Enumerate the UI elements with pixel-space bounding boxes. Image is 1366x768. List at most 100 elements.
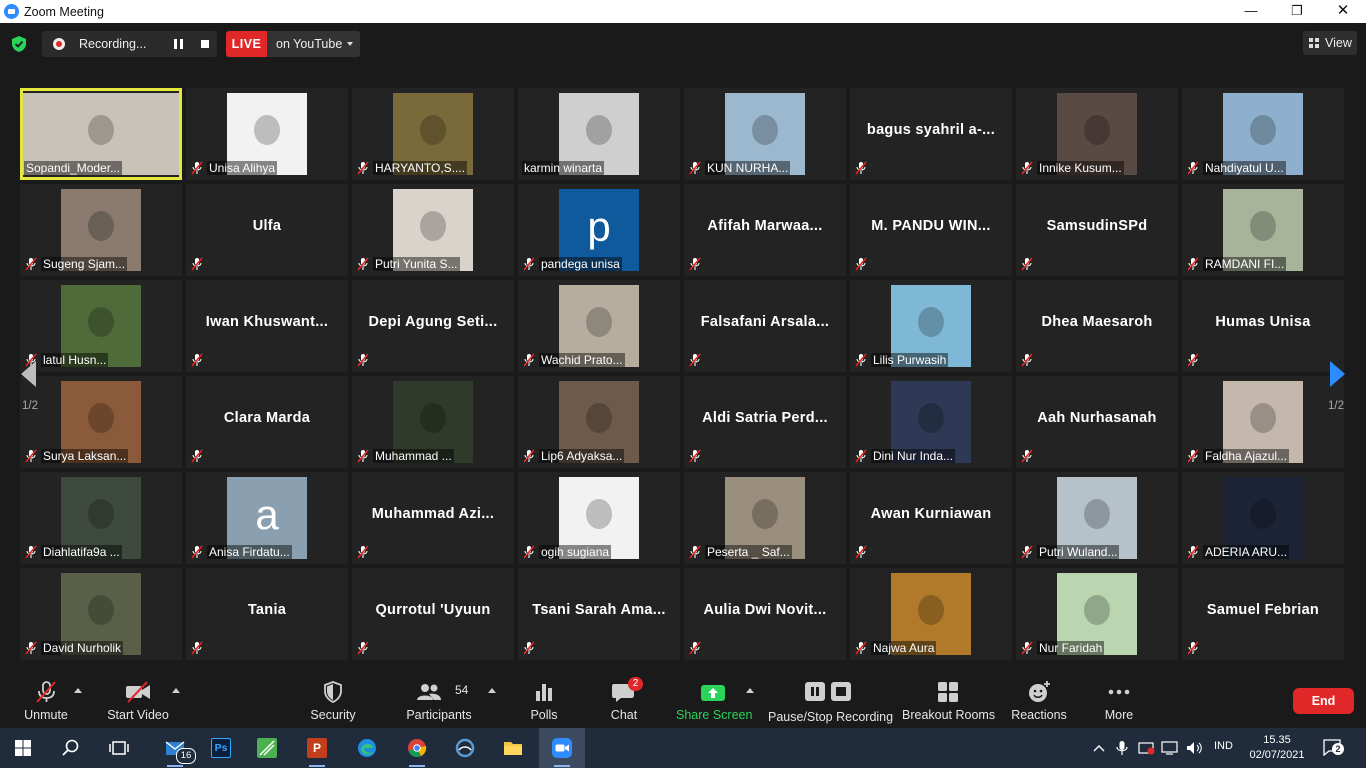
- taskbar-file-explorer[interactable]: [490, 728, 536, 768]
- participant-tile[interactable]: karmin winarta: [518, 88, 680, 180]
- participant-tile[interactable]: Tania: [186, 568, 348, 660]
- close-button[interactable]: ✕: [1320, 0, 1366, 23]
- participant-tile[interactable]: ADERIA ARU...: [1182, 472, 1344, 564]
- participant-tile[interactable]: Ulfa: [186, 184, 348, 276]
- show-hidden-icons-chevron-icon[interactable]: [1093, 743, 1105, 753]
- participant-tile[interactable]: Najwa Aura: [850, 568, 1012, 660]
- share-options-caret[interactable]: [746, 688, 754, 693]
- participant-tile[interactable]: Aah Nurhasanah: [1016, 376, 1178, 468]
- pause-recording-button[interactable]: [174, 39, 183, 49]
- camera-tray-icon[interactable]: [1138, 740, 1156, 756]
- start-button[interactable]: [0, 728, 46, 768]
- participant-tile[interactable]: Diahlatifa9a ...: [20, 472, 182, 564]
- pause-stop-recording-button[interactable]: Pause/Stop Recording: [768, 670, 893, 728]
- breakout-rooms-button[interactable]: Breakout Rooms: [902, 670, 995, 728]
- taskbar-mail[interactable]: 16: [152, 728, 198, 768]
- participant-tile[interactable]: Lip6 Adyaksa...: [518, 376, 680, 468]
- participant-tile[interactable]: Putri Wuland...: [1016, 472, 1178, 564]
- taskbar-edge[interactable]: [344, 728, 390, 768]
- participant-tile[interactable]: Falsafani Arsala...: [684, 280, 846, 372]
- next-page-arrow-icon[interactable]: [1329, 360, 1347, 388]
- participant-tile[interactable]: Clara Marda: [186, 376, 348, 468]
- share-screen-button[interactable]: Share Screen: [676, 670, 752, 728]
- livestream-dropdown[interactable]: on YouTube: [267, 31, 360, 57]
- participant-name-bar: [854, 160, 871, 176]
- participant-tile[interactable]: latul Husn...: [20, 280, 182, 372]
- taskbar-cortana[interactable]: [442, 728, 488, 768]
- participant-tile[interactable]: Innike Kusum...: [1016, 88, 1178, 180]
- participant-tile[interactable]: p pandega unisa: [518, 184, 680, 276]
- participant-tile[interactable]: ogih sugiana: [518, 472, 680, 564]
- mic-in-use-icon[interactable]: [1116, 740, 1128, 756]
- participant-tile[interactable]: RAMDANI FI...: [1182, 184, 1344, 276]
- participant-tile[interactable]: M. PANDU WIN...: [850, 184, 1012, 276]
- participant-tile[interactable]: Unisa Alihya: [186, 88, 348, 180]
- participant-tile[interactable]: David Nurholik: [20, 568, 182, 660]
- participant-tile[interactable]: Aldi Satria Perd...: [684, 376, 846, 468]
- taskbar-corel[interactable]: [244, 728, 290, 768]
- taskbar-search-button[interactable]: [48, 728, 94, 768]
- participant-tile[interactable]: Aulia Dwi Novit...: [684, 568, 846, 660]
- taskbar-zoom[interactable]: [539, 728, 585, 768]
- participant-tile[interactable]: bagus syahril a-...: [850, 88, 1012, 180]
- participant-tile[interactable]: Muhammad Azi...: [352, 472, 514, 564]
- polls-button[interactable]: Polls: [520, 670, 568, 728]
- taskbar-powerpoint[interactable]: P: [294, 728, 340, 768]
- participant-tile[interactable]: Samuel Febrian: [1182, 568, 1344, 660]
- participant-tile[interactable]: Nahdiyatul U...: [1182, 88, 1344, 180]
- unmute-button[interactable]: Unmute: [14, 670, 78, 728]
- more-button[interactable]: More: [1096, 670, 1142, 728]
- participant-tile[interactable]: Putri Yunita S...: [352, 184, 514, 276]
- taskbar-chrome[interactable]: [394, 728, 440, 768]
- system-clock[interactable]: 15.35 02/07/2021: [1248, 733, 1306, 763]
- participant-tile[interactable]: Peserta _ Saf...: [684, 472, 846, 564]
- video-options-caret[interactable]: [172, 688, 180, 693]
- previous-page-arrow-icon[interactable]: [19, 360, 37, 388]
- participant-tile[interactable]: Awan Kurniawan: [850, 472, 1012, 564]
- participant-tile[interactable]: Wachid Prato...: [518, 280, 680, 372]
- muted-mic-icon: [688, 449, 702, 463]
- security-button[interactable]: Security: [305, 670, 361, 728]
- participant-tile[interactable]: SamsudinSPd: [1016, 184, 1178, 276]
- participant-tile[interactable]: Lilis Purwasih: [850, 280, 1012, 372]
- polls-label: Polls: [530, 708, 558, 722]
- audio-options-caret[interactable]: [74, 688, 82, 693]
- participant-name-bar: [688, 448, 705, 464]
- participant-tile[interactable]: Dini Nur Inda...: [850, 376, 1012, 468]
- participant-name-label: KUN NURHA...: [705, 161, 791, 175]
- participant-tile[interactable]: Sopandi_Moder...: [20, 88, 182, 180]
- end-meeting-button[interactable]: End: [1293, 688, 1354, 714]
- participant-tile[interactable]: KUN NURHA...: [684, 88, 846, 180]
- participant-tile[interactable]: HARYANTO,S....: [352, 88, 514, 180]
- volume-icon[interactable]: [1186, 740, 1204, 756]
- muted-mic-icon: [190, 161, 204, 175]
- participant-tile[interactable]: Iwan Khuswant...: [186, 280, 348, 372]
- participant-tile[interactable]: Afifah Marwaa...: [684, 184, 846, 276]
- stop-recording-button[interactable]: [201, 40, 209, 48]
- participant-tile[interactable]: Tsani Sarah Ama...: [518, 568, 680, 660]
- start-video-button[interactable]: Start Video: [104, 670, 172, 728]
- participant-tile[interactable]: Depi Agung Seti...: [352, 280, 514, 372]
- participant-tile[interactable]: Faldha Ajazul...: [1182, 376, 1344, 468]
- encryption-shield-icon[interactable]: [12, 36, 26, 52]
- minimize-button[interactable]: —: [1228, 0, 1274, 23]
- participant-tile[interactable]: Humas Unisa: [1182, 280, 1344, 372]
- input-language-indicator[interactable]: IND: [1214, 740, 1233, 752]
- participant-tile[interactable]: Muhammad ...: [352, 376, 514, 468]
- participant-tile[interactable]: Sugeng Sjam...: [20, 184, 182, 276]
- taskbar-photoshop[interactable]: Ps: [198, 728, 244, 768]
- view-button[interactable]: View: [1303, 31, 1357, 55]
- participant-tile[interactable]: Surya Laksan...: [20, 376, 182, 468]
- participant-tile[interactable]: Qurrotul 'Uyuun: [352, 568, 514, 660]
- participants-options-caret[interactable]: [488, 688, 496, 693]
- reactions-button[interactable]: Reactions: [1010, 670, 1068, 728]
- maximize-button[interactable]: ❐: [1274, 0, 1320, 23]
- task-view-button[interactable]: [96, 728, 142, 768]
- action-center-button[interactable]: 2: [1323, 739, 1344, 757]
- participant-tile[interactable]: Dhea Maesaroh: [1016, 280, 1178, 372]
- network-icon[interactable]: [1161, 740, 1179, 756]
- muted-mic-icon: [1186, 257, 1200, 271]
- participant-tile[interactable]: Nur Faridah: [1016, 568, 1178, 660]
- participant-tile[interactable]: a Anisa Firdatu...: [186, 472, 348, 564]
- participants-button[interactable]: 54 Participants: [404, 670, 474, 728]
